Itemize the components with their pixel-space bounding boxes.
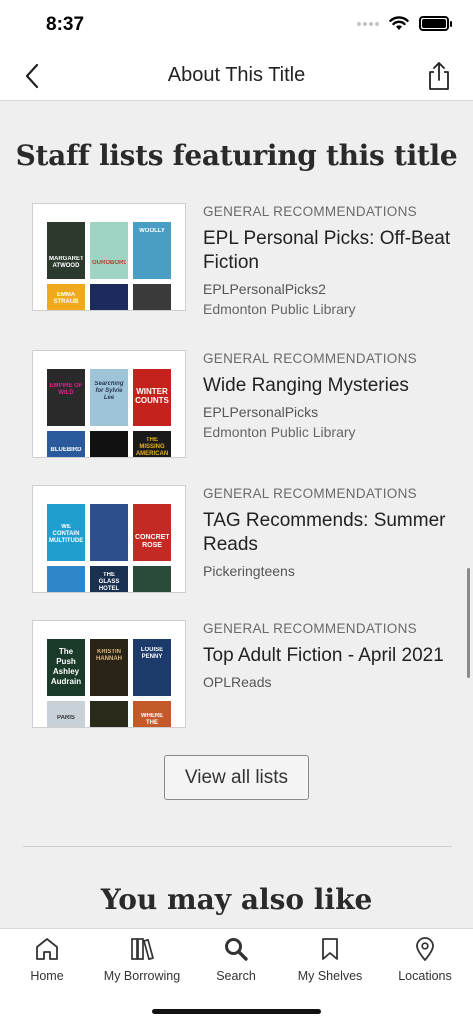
- tab-label: Home: [30, 969, 64, 983]
- tab-locations[interactable]: Locations: [378, 935, 472, 983]
- home-indicator[interactable]: [152, 1009, 321, 1014]
- books-icon: [131, 938, 154, 961]
- book-cover: EMMA STRAUB: [47, 284, 85, 310]
- staff-list-card[interactable]: The Push Ashley Audrain KRISTIN HANNAH L…: [32, 620, 452, 730]
- list-category: GENERAL RECOMMENDATIONS: [203, 204, 417, 219]
- staff-list-card[interactable]: MARGARET ATWOOD OUROBOROS WOOLLY EMMA ST…: [32, 203, 452, 317]
- tab-home[interactable]: Home: [0, 935, 94, 983]
- book-cover: KRISTIN HANNAH: [90, 639, 128, 696]
- tab-label: Search: [216, 969, 256, 983]
- list-name[interactable]: Wide Ranging Mysteries: [203, 374, 453, 398]
- tab-label: My Shelves: [297, 969, 363, 983]
- book-cover: [90, 504, 128, 561]
- tab-my-borrowing[interactable]: My Borrowing: [95, 935, 189, 983]
- tab-search[interactable]: Search: [189, 935, 283, 983]
- share-icon: [429, 62, 449, 90]
- share-button[interactable]: [425, 60, 453, 92]
- list-category: GENERAL RECOMMENDATIONS: [203, 486, 417, 501]
- book-cover: [133, 566, 171, 592]
- list-library: Edmonton Public Library: [203, 424, 356, 440]
- tab-bar: Home My Borrowing Search My Shelves Loca…: [0, 928, 473, 1024]
- list-cover-collage: MARGARET ATWOOD OUROBOROS WOOLLY EMMA ST…: [32, 203, 186, 311]
- location-pin-icon: [416, 937, 434, 961]
- also-like-heading: You may also like: [100, 883, 373, 916]
- book-cover: THE GLASS HOTEL: [90, 566, 128, 592]
- book-cover: The Push Ashley Audrain: [47, 639, 85, 696]
- section-divider: [23, 846, 452, 847]
- book-cover: [90, 431, 128, 457]
- book-cover: WHERE THE: [133, 701, 171, 727]
- book-cover: OUROBOROS: [90, 222, 128, 279]
- book-cover: [133, 284, 171, 310]
- signal-icon: [357, 21, 379, 26]
- list-name[interactable]: EPL Personal Picks: Off-Beat Fiction: [203, 227, 453, 275]
- book-cover: WE CONTAIN MULTITUDES: [47, 504, 85, 561]
- book-cover: LOUISE PENNY: [133, 639, 171, 696]
- view-all-lists-button[interactable]: View all lists: [164, 755, 309, 800]
- status-time: 8:37: [46, 14, 85, 35]
- main-content[interactable]: Staff lists featuring this title MARGARE…: [0, 101, 473, 928]
- list-owner: Pickeringteens: [203, 563, 295, 579]
- scrollbar-thumb[interactable]: [467, 568, 470, 678]
- list-meta: GENERAL RECOMMENDATIONS EPL Personal Pic…: [203, 203, 453, 319]
- wifi-icon: [389, 16, 409, 30]
- book-cover: Searching for Sylvie Lee: [90, 369, 128, 426]
- tab-label: My Borrowing: [103, 969, 181, 983]
- list-name[interactable]: Top Adult Fiction - April 2021: [203, 644, 453, 668]
- book-cover: THE MISSING AMERICAN: [133, 431, 171, 457]
- list-cover-collage: The Push Ashley Audrain KRISTIN HANNAH L…: [32, 620, 186, 728]
- status-bar: 8:37: [0, 0, 473, 50]
- home-icon: [36, 938, 58, 960]
- list-category: GENERAL RECOMMENDATIONS: [203, 351, 417, 366]
- book-cover: WOOLLY: [133, 222, 171, 279]
- book-cover: PARIS: [47, 701, 85, 727]
- list-name[interactable]: TAG Recommends: Summer Reads: [203, 509, 453, 557]
- book-cover: BLUEBIRD: [47, 431, 85, 457]
- list-meta: GENERAL RECOMMENDATIONS TAG Recommends: …: [203, 485, 453, 581]
- page-title: About This Title: [167, 64, 306, 86]
- list-meta: GENERAL RECOMMENDATIONS Top Adult Fictio…: [203, 620, 453, 692]
- list-cover-collage: EMPIRE OF WILD Searching for Sylvie Lee …: [32, 350, 186, 458]
- book-cover: CONCRETE ROSE: [133, 504, 171, 561]
- list-library: Edmonton Public Library: [203, 301, 356, 317]
- battery-icon: [419, 16, 452, 31]
- book-cover: MARGARET ATWOOD: [47, 222, 85, 279]
- tab-label: Locations: [398, 969, 452, 983]
- list-category: GENERAL RECOMMENDATIONS: [203, 621, 417, 636]
- navigation-bar: About This Title: [0, 50, 473, 101]
- staff-list-card[interactable]: WE CONTAIN MULTITUDES CONCRETE ROSE THE …: [32, 485, 452, 595]
- book-cover: [47, 566, 85, 592]
- staff-lists-heading: Staff lists featuring this title: [15, 139, 458, 172]
- list-owner: EPLPersonalPicks: [203, 404, 319, 420]
- book-cover: [90, 701, 128, 727]
- status-icons: [357, 16, 452, 31]
- list-cover-collage: WE CONTAIN MULTITUDES CONCRETE ROSE THE …: [32, 485, 186, 593]
- tab-my-shelves[interactable]: My Shelves: [283, 935, 377, 983]
- book-cover: WINTER COUNTS: [133, 369, 171, 426]
- search-icon: [225, 938, 248, 961]
- list-owner: OPLReads: [203, 674, 272, 690]
- bookmark-icon: [322, 938, 338, 960]
- book-cover: [90, 284, 128, 310]
- staff-list-card[interactable]: EMPIRE OF WILD Searching for Sylvie Lee …: [32, 350, 452, 460]
- book-cover: EMPIRE OF WILD: [47, 369, 85, 426]
- list-owner: EPLPersonalPicks2: [203, 281, 326, 297]
- list-meta: GENERAL RECOMMENDATIONS Wide Ranging Mys…: [203, 350, 453, 442]
